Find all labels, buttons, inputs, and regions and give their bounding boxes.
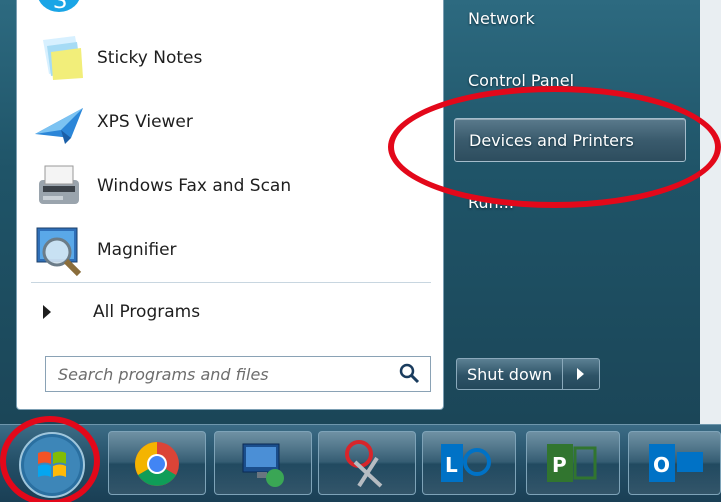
control-panel-link[interactable]: Control Panel [454,58,686,102]
lync-icon: L [441,444,491,482]
taskbar-lync[interactable]: L [422,431,516,495]
shutdown-options-button[interactable] [563,359,599,389]
program-xps-viewer[interactable]: XPS Viewer [31,94,431,150]
svg-text:S: S [53,0,67,14]
magnifier-icon [31,222,87,278]
run-link[interactable]: Run... [454,180,686,224]
shutdown-button-group: Shut down [456,358,600,390]
skype-icon[interactable]: S [35,0,83,18]
taskbar-snipping-tool[interactable] [318,431,416,495]
program-list-pane: S Sticky Notes XPS Viewer Windows Fax an… [16,0,444,410]
sticky-notes-icon [31,30,87,86]
fax-scan-icon [31,158,87,214]
start-menu: S Sticky Notes XPS Viewer Windows Fax an… [0,0,721,424]
snipping-tool-icon [345,440,383,488]
chrome-icon [135,442,179,486]
search-box[interactable] [45,356,431,392]
network-label: Network [468,8,535,28]
arrow-right-icon [43,305,51,319]
taskbar-remote-desktop[interactable] [214,431,312,495]
arrow-right-icon [577,368,585,380]
devices-printers-label: Devices and Printers [469,130,634,150]
start-orb-button[interactable] [14,429,90,501]
search-input[interactable] [46,357,396,391]
windows-logo-icon [19,432,85,498]
program-sticky-notes[interactable]: Sticky Notes [31,30,431,86]
program-magnifier[interactable]: Magnifier [31,222,431,278]
program-label: Windows Fax and Scan [97,176,292,196]
run-label: Run... [468,192,514,212]
taskbar-project[interactable]: P [526,431,620,495]
program-label: Sticky Notes [97,48,203,68]
taskbar: L P O [0,424,721,502]
program-fax-scan[interactable]: Windows Fax and Scan [31,158,431,214]
xps-viewer-icon [31,94,87,150]
project-icon: P [547,444,597,482]
separator [31,282,431,283]
remote-desktop-icon [242,443,284,487]
svg-text:L: L [445,453,458,477]
program-label: Magnifier [97,240,177,260]
shutdown-button[interactable]: Shut down [457,359,563,389]
program-label: XPS Viewer [97,112,193,132]
all-programs-button[interactable]: All Programs [31,292,431,332]
svg-text:P: P [552,453,567,477]
taskbar-outlook[interactable]: O [628,431,721,495]
outlook-icon: O [649,444,703,482]
search-icon[interactable] [396,360,424,388]
taskbar-chrome[interactable] [108,431,206,495]
svg-text:O: O [653,453,670,477]
all-programs-label: All Programs [93,302,201,322]
control-panel-label: Control Panel [468,70,575,90]
network-link[interactable]: Network [454,0,686,40]
devices-printers-link[interactable]: Devices and Printers [454,118,686,162]
